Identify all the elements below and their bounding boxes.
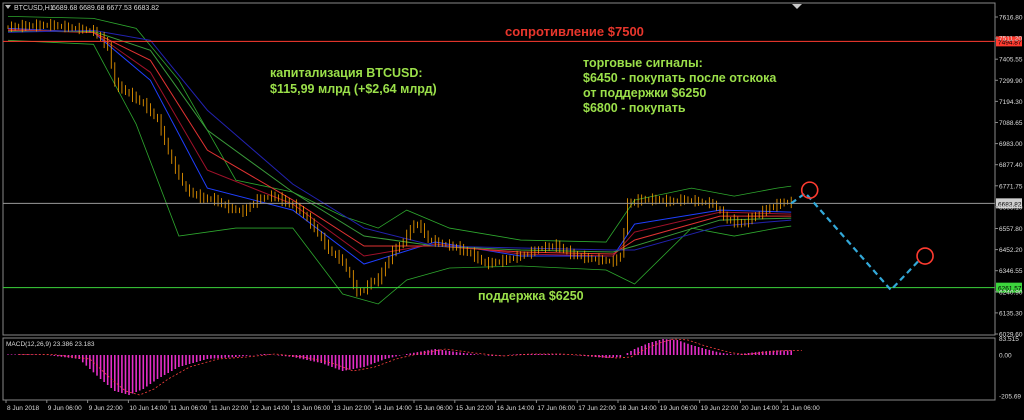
time-tick-label: 11 Jun 06:00	[170, 405, 207, 412]
time-tick-label: 21 Jun 06:00	[782, 405, 820, 412]
resistance-annotation: сопротивление $7500	[505, 24, 644, 39]
price-tick-label: 7088.65	[999, 120, 1023, 127]
capitalization-title: капитализация BTCUSD:	[270, 66, 423, 80]
time-tick-label: 9 Jun 06:00	[48, 405, 82, 412]
signals-title: торговые сигналы:	[583, 56, 703, 70]
time-tick-label: 13 Jun 22:00	[333, 405, 371, 412]
time-tick-label: 12 Jun 14:00	[252, 405, 290, 412]
price-tick-label: 6771.75	[999, 183, 1023, 190]
price-tick-label: 6240.90	[999, 289, 1023, 296]
price-tick-label: 7511.20	[999, 36, 1022, 43]
macd-tick-label: 83.515	[999, 336, 1019, 343]
price-tick-label: 6135.30	[999, 310, 1023, 317]
price-tick-label: 6877.40	[999, 162, 1023, 169]
time-tick-label: 17 Jun 06:00	[537, 405, 575, 412]
time-tick-label: 15 Jun 22:00	[456, 405, 494, 412]
price-tick-label: 6452.20	[999, 247, 1023, 254]
time-tick-label: 15 Jun 06:00	[415, 405, 453, 412]
time-tick-label: 9 Jun 22:00	[89, 405, 123, 412]
time-tick-label: 14 Jun 14:00	[374, 405, 412, 412]
time-tick-label: 10 Jun 14:00	[129, 405, 167, 412]
price-tick-label: 7405.55	[999, 57, 1023, 64]
support-annotation: поддержка $6250	[478, 289, 584, 303]
time-tick-label: 11 Jun 22:00	[211, 405, 248, 412]
macd-tick-label: -205.69	[999, 394, 1021, 401]
time-tick-label: 19 Jun 06:00	[660, 405, 698, 412]
symbol-name: BTCUSD,H1	[14, 5, 54, 12]
price-chart: BTCUSD,H1 6689.68 6689.68 6677.53 6683.8…	[0, 0, 1024, 415]
time-tick-label: 20 Jun 14:00	[741, 405, 779, 412]
time-tick-label: 18 Jun 14:00	[619, 405, 657, 412]
signal-1-cont: от поддержки $6250	[583, 86, 706, 100]
signal-1: $6450 - покупать после отскока	[583, 71, 777, 85]
macd-tick-label: 0.00	[999, 353, 1012, 360]
price-tick-label: 7299.90	[999, 78, 1023, 85]
time-tick-label: 13 Jun 06:00	[293, 405, 331, 412]
price-tick-label: 6666.10	[999, 204, 1023, 211]
symbol-header: BTCUSD,H1 6689.68 6689.68 6677.53 6683.8…	[5, 5, 159, 12]
price-tick-label: 6557.80	[999, 226, 1023, 233]
time-tick-label: 17 Jun 22:00	[578, 405, 616, 412]
signal-2: $6800 - покупать	[583, 101, 686, 115]
price-tick-label: 7616.80	[999, 15, 1023, 22]
time-tick-label: 19 Jun 22:00	[701, 405, 739, 412]
macd-label: MACD(12,26,9) 23.386 23.183	[6, 341, 95, 348]
price-tick-label: 7194.30	[999, 99, 1023, 106]
capitalization-value: $115,99 млрд (+$2,64 млрд)	[270, 82, 437, 96]
time-tick-label: 8 Jun 2018	[7, 405, 40, 412]
price-tick-label: 6983.00	[999, 141, 1023, 148]
symbol-ohlc: 6689.68 6689.68 6677.53 6683.82	[52, 5, 159, 12]
time-tick-label: 16 Jun 14:00	[497, 405, 535, 412]
price-tick-label: 6346.55	[999, 268, 1023, 275]
